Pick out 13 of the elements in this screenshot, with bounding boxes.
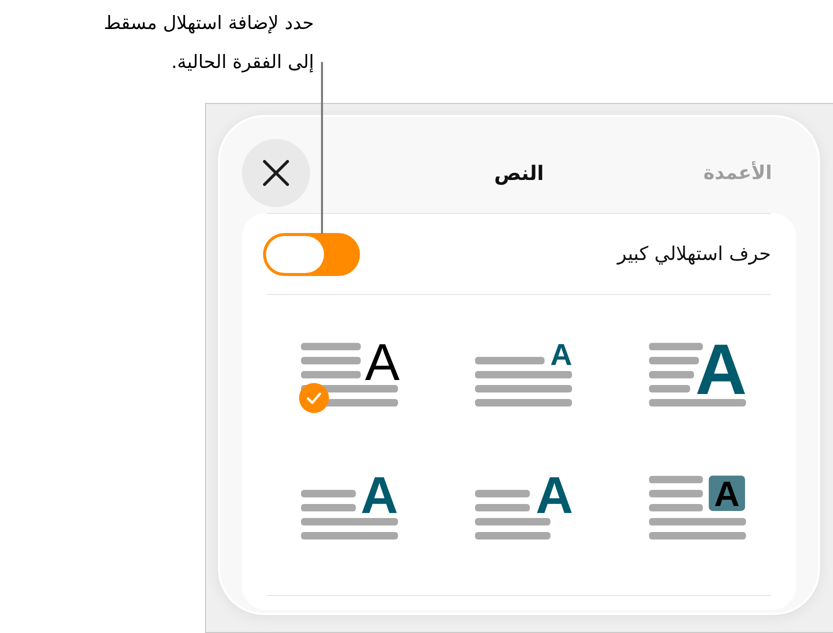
panel-title: النص (494, 160, 544, 187)
drop-cap-style-option[interactable]: A (647, 342, 747, 414)
callout-text: حدد لإضافة استهلال مسقط إلى الفقرة الحالية. (102, 12, 314, 75)
text-lines-icon (649, 476, 746, 540)
drop-cap-label: حرف استهلالي كبير (617, 242, 771, 267)
toggle-switch[interactable] (263, 232, 360, 276)
drop-cap-style-option[interactable]: A (299, 342, 399, 414)
close-icon (263, 160, 289, 186)
drop-cap-style-option[interactable]: A (647, 475, 747, 547)
drop-cap-style-option[interactable]: A (473, 342, 573, 414)
drop-cap-style-option[interactable]: A (299, 475, 399, 547)
text-lines-icon (649, 342, 746, 406)
drop-cap-style-option[interactable]: A (473, 475, 573, 547)
